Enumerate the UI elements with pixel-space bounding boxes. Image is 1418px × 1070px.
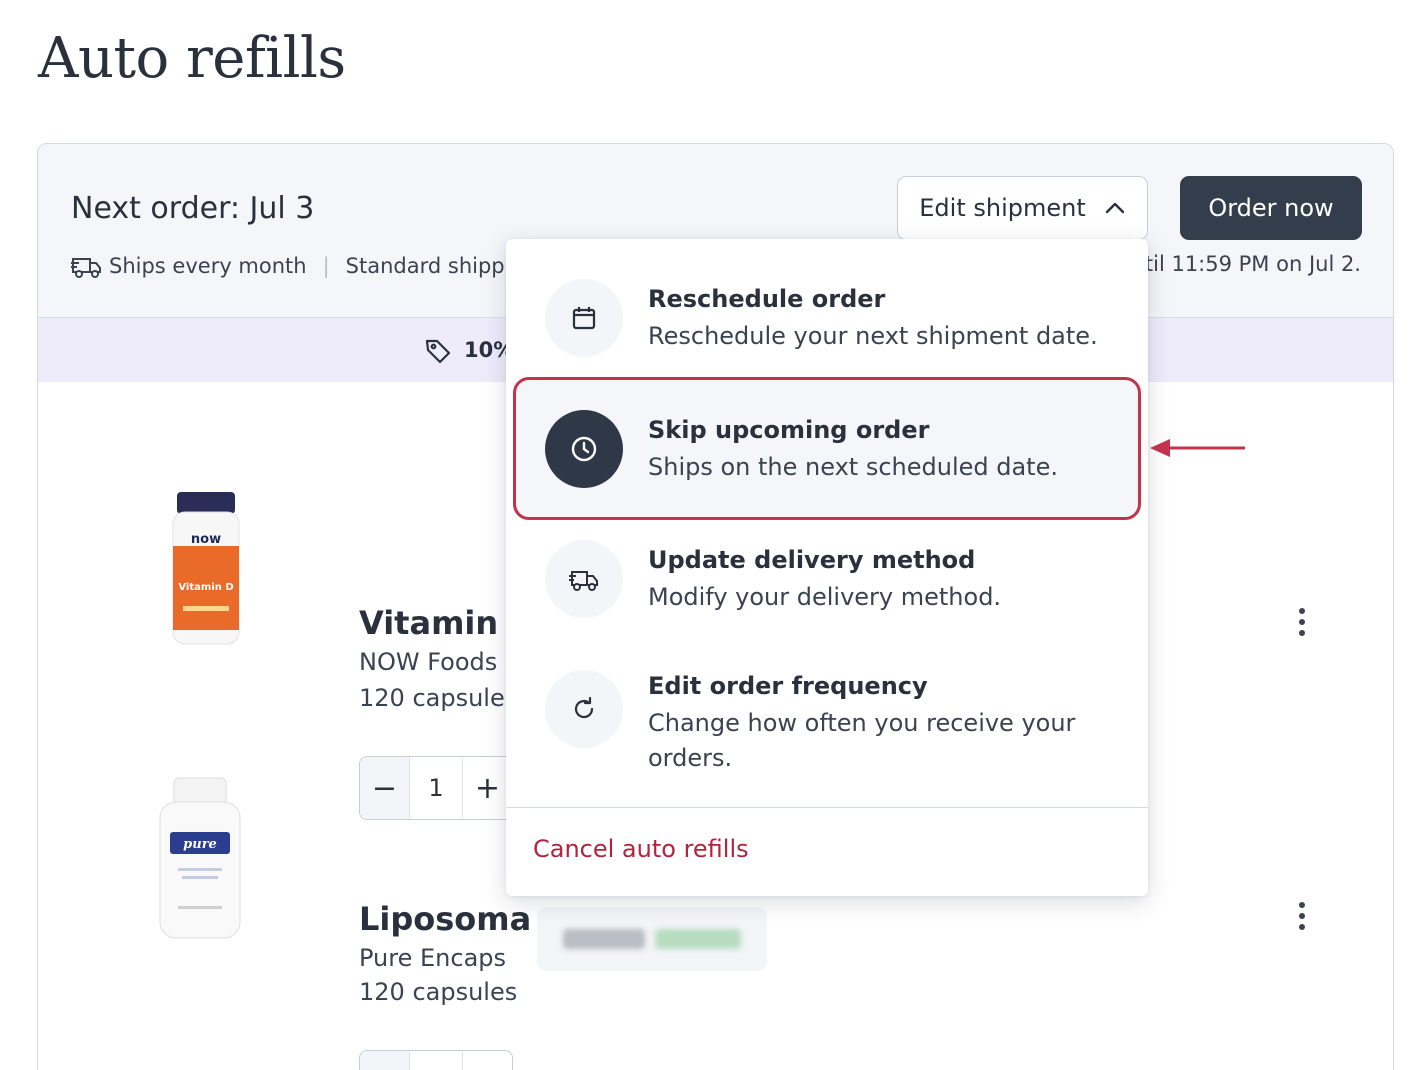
calendar-icon: [545, 279, 623, 357]
menu-item-description: Modify your delivery method.: [648, 583, 1002, 611]
meta-separator: |: [322, 254, 330, 278]
refresh-icon: [545, 670, 623, 748]
menu-item-title: Update delivery method: [648, 546, 976, 574]
shipping-method-text: Standard shippi: [345, 254, 511, 278]
liposomal-vitamin-c-bottle-image: pure: [159, 777, 241, 939]
svg-text:now: now: [191, 532, 221, 547]
chevron-up-icon: [1105, 202, 1124, 214]
tag-icon: [425, 339, 451, 364]
truck-icon: [71, 258, 101, 278]
quantity-value[interactable]: 1: [410, 774, 462, 802]
order-now-button[interactable]: Order now: [1180, 176, 1362, 240]
truck-icon: [545, 540, 623, 618]
menu-item-title: Skip upcoming order: [648, 416, 930, 444]
menu-item-delivery-method[interactable]: Update delivery method Modify your deliv…: [506, 540, 1148, 618]
shipping-meta: Ships every month | Standard shippi: [71, 252, 510, 280]
edit-shipment-label: Edit shipment: [919, 194, 1086, 222]
ships-every-text: Ships every month: [109, 254, 307, 278]
annotation-arrow-icon: [1150, 439, 1245, 457]
product-size: 120 capsules: [359, 684, 518, 712]
quantity-stepper: − 1 +: [359, 1050, 513, 1070]
svg-text:Vitamin D: Vitamin D: [178, 582, 233, 593]
increase-quantity-button[interactable]: +: [462, 757, 512, 819]
edit-shipment-button[interactable]: Edit shipment: [897, 176, 1148, 240]
cancel-auto-refills-link[interactable]: Cancel auto refills: [533, 835, 749, 863]
more-options-icon[interactable]: [1294, 900, 1310, 932]
price-badge: [537, 907, 767, 971]
menu-item-reschedule[interactable]: Reschedule order Reschedule your next sh…: [506, 279, 1148, 357]
product-size: 120 capsules: [359, 978, 518, 1006]
quantity-stepper: − 1 +: [359, 756, 513, 820]
menu-divider: [506, 807, 1148, 808]
menu-item-skip[interactable]: Skip upcoming order Ships on the next sc…: [506, 410, 1148, 488]
product-brand: Pure Encaps: [359, 944, 507, 972]
svg-text:pure: pure: [183, 837, 217, 852]
next-order-date: Next order: Jul 3: [71, 191, 315, 226]
blurred-sale-price: [655, 929, 741, 949]
decrease-quantity-button[interactable]: −: [360, 757, 410, 819]
menu-item-title: Reschedule order: [648, 285, 886, 313]
menu-item-description: Change how often you receive your orders…: [648, 709, 1076, 772]
order-deadline-text: til 11:59 PM on Jul 2.: [1144, 252, 1361, 276]
product-name[interactable]: Liposoma: [359, 900, 531, 938]
clock-icon: [545, 410, 623, 488]
more-options-icon[interactable]: [1294, 606, 1310, 638]
menu-item-description: Ships on the next scheduled date.: [648, 453, 1058, 481]
increase-quantity-button[interactable]: +: [462, 1051, 512, 1070]
page-title: Auto refills: [38, 26, 346, 91]
vitamin-d-bottle-image: now Vitamin D: [172, 492, 240, 645]
menu-item-frequency[interactable]: Edit order frequency Change how often yo…: [506, 670, 1148, 778]
menu-item-title: Edit order frequency: [648, 672, 928, 700]
decrease-quantity-button[interactable]: −: [360, 1051, 410, 1070]
blurred-original-price: [563, 929, 645, 949]
product-brand: NOW Foods: [359, 648, 498, 676]
menu-item-description: Reschedule your next shipment date.: [648, 322, 1098, 350]
